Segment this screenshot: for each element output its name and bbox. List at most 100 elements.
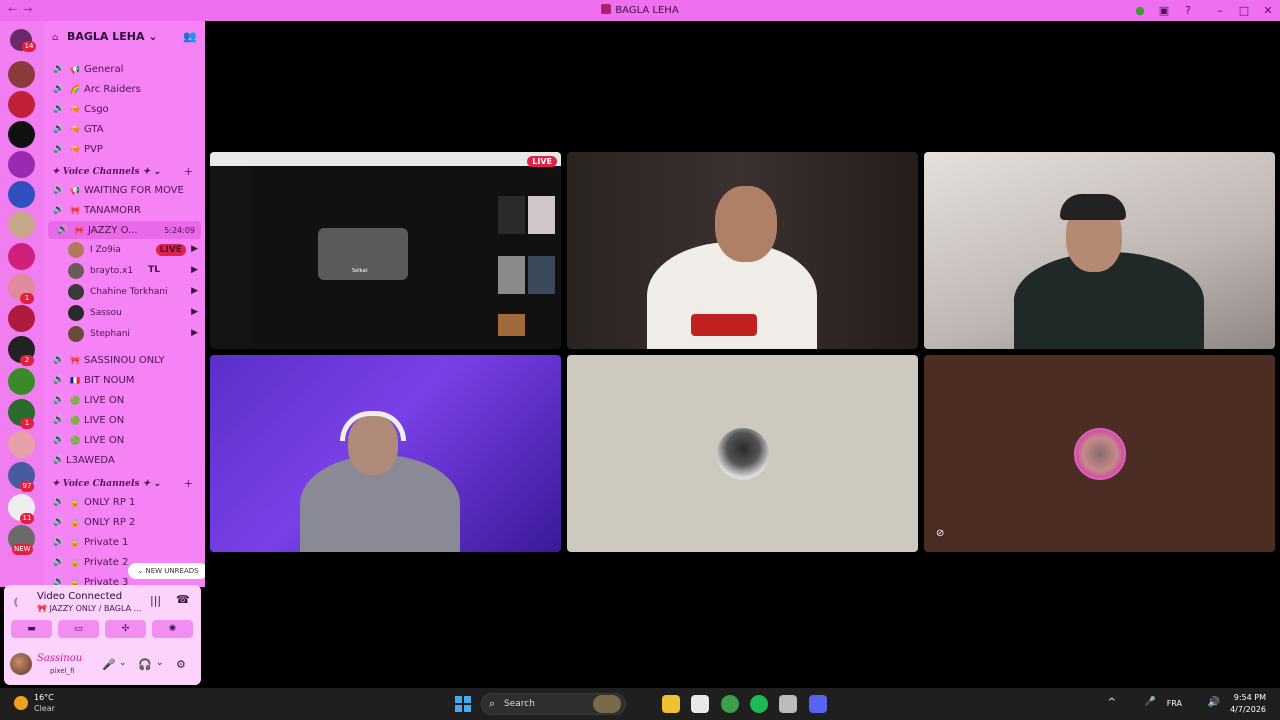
windows-start-icon[interactable] — [455, 696, 471, 712]
microphone-icon[interactable]: 🎤 — [102, 658, 116, 671]
speaker-icon: 🔊 — [53, 64, 65, 74]
speaker-icon: 🔊 — [53, 185, 65, 195]
speaker-icon: 🔊 — [53, 84, 65, 94]
camera-off-icon: ⊘ — [936, 528, 945, 539]
channel-emoji: 🎀 — [74, 225, 84, 235]
server-icon-6[interactable] — [8, 211, 35, 238]
add-channel-icon[interactable]: + — [184, 165, 193, 178]
clock-time[interactable]: 9:54 PM — [1234, 693, 1266, 702]
speaker-icon: 🔊 — [53, 557, 65, 567]
camera-tile-1[interactable] — [567, 152, 918, 349]
speaker-icon: 🔊 — [53, 415, 65, 425]
channel-live-on[interactable]: 🔊 🟢 LIVE ON — [44, 431, 205, 449]
screen-share-button[interactable]: ▭ — [58, 620, 99, 638]
maximize-button[interactable]: □ — [1232, 4, 1256, 17]
activities-button[interactable]: ✣ — [105, 620, 146, 638]
channel-name: General — [84, 63, 124, 75]
channel-jazzy-o-[interactable]: 🔊 🎀 JAZZY O... 5:24:09 — [48, 221, 201, 239]
spotify-app-icon[interactable] — [750, 695, 768, 713]
channel-general[interactable]: 🔊 📢 General — [44, 60, 205, 78]
store-app-icon[interactable] — [691, 695, 709, 713]
settings-gear-icon[interactable]: ⚙ — [176, 658, 186, 671]
voice-user[interactable]: Sassou ▶ — [68, 303, 200, 323]
stream-thumb-5 — [498, 314, 525, 336]
lunch-widget-app-icon[interactable] — [593, 695, 621, 713]
channel-sassinou-only[interactable]: 🔊 🎀 SASSINOU ONLY — [44, 351, 205, 369]
clock-date[interactable]: 4/7/2026 — [1230, 705, 1266, 714]
voice-user[interactable]: Stephani ▶ — [68, 324, 200, 344]
voice-user[interactable]: brayto.x1 TL ▶ — [68, 261, 200, 281]
server-icon-9[interactable] — [8, 305, 35, 332]
add-channel-icon[interactable]: + — [184, 477, 193, 490]
language-indicator[interactable]: FRA — [1167, 699, 1182, 708]
server-icon — [601, 4, 612, 14]
channel-live-on[interactable]: 🔊 🟢 LIVE ON — [44, 391, 205, 409]
new-unreads-button[interactable]: ⌄ NEW UNREADS — [128, 563, 205, 579]
chevron-down-icon[interactable]: ⌄ — [156, 658, 164, 668]
channel-name: GTA — [84, 123, 104, 135]
server-icon-2[interactable] — [8, 91, 35, 118]
server-name-header[interactable]: ⌂ BAGLA LEHA ⌄ — [52, 30, 158, 43]
status-icon: ● — [1135, 4, 1145, 17]
stream-thumb-2 — [528, 196, 555, 234]
channel-only-rp-1[interactable]: 🔊 🔒 ONLY RP 1 — [44, 493, 205, 511]
discord-app-icon[interactable] — [809, 695, 827, 713]
channel-emoji: 📢 — [70, 185, 80, 195]
camera-tile-3[interactable] — [210, 355, 561, 552]
user-avatar — [68, 305, 84, 321]
close-button[interactable]: ✕ — [1256, 4, 1280, 17]
participant-head — [715, 186, 777, 262]
category-header[interactable]: ✦ Voice Channels ✦ ⌄ — [52, 167, 161, 177]
speaker-icon: 🔊 — [53, 375, 65, 385]
add-member-icon[interactable]: 👥 — [183, 30, 197, 43]
user-avatar[interactable] — [10, 653, 32, 675]
channel-l3aweda[interactable]: 🔊 L3AWEDA — [44, 451, 205, 469]
voice-channel-path[interactable]: 🎀 JAZZY ONLY / BAGLA ... — [37, 604, 141, 613]
minimize-button[interactable]: – — [1208, 4, 1232, 17]
category-header[interactable]: ✦ Voice Channels ✦ ⌄ — [52, 479, 161, 489]
channel-waiting-for-move[interactable]: 🔊 📢 WAITING FOR MOVE — [44, 181, 205, 199]
voice-user[interactable]: I Zo9ia LIVE ▶ — [68, 240, 200, 260]
microphone-tray-icon[interactable]: 🎤 — [1145, 697, 1156, 707]
show-hidden-icons[interactable]: ^ — [1108, 697, 1116, 708]
chrome-app-icon[interactable] — [721, 695, 739, 713]
headphones-icon[interactable]: 🎧 — [138, 658, 152, 671]
avatar-tile-2[interactable]: ⊘ — [924, 355, 1275, 552]
speaker-icon: 🔊 — [53, 455, 65, 465]
channel-bit-noum[interactable]: 🔊 🇫🇷 BIT NOUM — [44, 371, 205, 389]
server-badge: 1 — [20, 293, 34, 304]
channel-name: BIT NOUM — [84, 374, 135, 386]
channel-private-1[interactable]: 🔊 🔒 Private 1 — [44, 533, 205, 551]
voice-user[interactable]: Chahine Torkhani ▶ — [68, 282, 200, 302]
window-title: BAGLA LEHA — [0, 4, 1280, 16]
channel-pvp[interactable]: 🔊 🔫 PVP — [44, 140, 205, 158]
avatar-tile-1[interactable] — [567, 355, 918, 552]
channel-live-on[interactable]: 🔊 🟢 LIVE ON — [44, 411, 205, 429]
channel-only-rp-2[interactable]: 🔊 🔒 ONLY RP 2 — [44, 513, 205, 531]
server-icon-1[interactable] — [8, 61, 35, 88]
file-explorer-app-icon[interactable] — [662, 695, 680, 713]
disconnect-icon[interactable]: ☎ — [176, 593, 190, 606]
server-icon-11[interactable] — [8, 368, 35, 395]
help-icon[interactable]: ? — [1176, 4, 1200, 17]
channel-tanamorr[interactable]: 🔊 🎀 TANAMORR — [44, 201, 205, 219]
camera-button[interactable]: ▬ — [11, 620, 52, 638]
soundboard-button[interactable]: ✺ — [152, 620, 193, 638]
server-icon-13[interactable] — [8, 431, 35, 458]
speaker-icon: 🔊 — [53, 355, 65, 365]
steam-app-icon[interactable] — [779, 695, 797, 713]
speaker-icon: 🔊 — [53, 395, 65, 405]
server-icon-5[interactable] — [8, 181, 35, 208]
channel-csgo[interactable]: 🔊 🔫 Csgo — [44, 100, 205, 118]
channel-arc-raiders[interactable]: 🔊 🌈 Arc Raiders — [44, 80, 205, 98]
camera-tile-2[interactable] — [924, 152, 1275, 349]
channel-gta[interactable]: 🔊 🔫 GTA — [44, 120, 205, 138]
server-icon-4[interactable] — [8, 151, 35, 178]
noise-suppression-icon[interactable]: ||| — [150, 594, 161, 607]
chevron-down-icon[interactable]: ⌄ — [119, 658, 127, 668]
inbox-icon[interactable]: ▣ — [1152, 4, 1176, 17]
server-icon-7[interactable] — [8, 243, 35, 270]
server-icon-3[interactable] — [8, 121, 35, 148]
stream-tile[interactable]: Selkat LIVE — [210, 152, 561, 349]
volume-icon[interactable]: 🔊 — [1208, 697, 1220, 708]
